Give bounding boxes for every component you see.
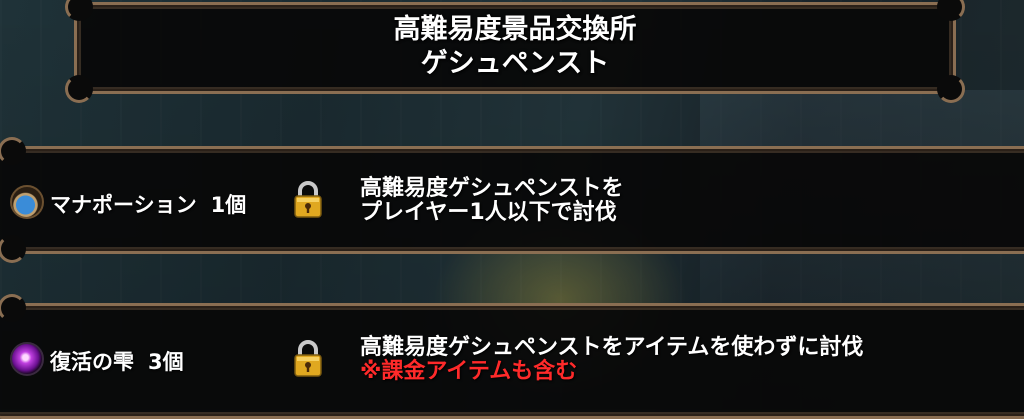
frame-corner — [0, 294, 26, 322]
unlock-condition: 高難易度ゲシュペンストをアイテムを使わずに討伐 ※課金アイテムも含む — [360, 336, 863, 384]
unlock-condition: 高難易度ゲシュペンストを プレイヤー1人以下で討伐 — [360, 177, 624, 225]
reward-quantity: 1個 — [210, 193, 247, 217]
reward-item-name: マナポーション — [50, 193, 197, 217]
condition-line-2: プレイヤー1人以下で討伐 — [360, 200, 617, 225]
reward-quantity: 3個 — [148, 350, 184, 374]
title-panel: 高難易度景品交換所 ゲシュペンスト — [65, 0, 965, 103]
title-line-2: ゲシュペンスト — [420, 48, 610, 79]
reward-row[interactable]: マナポーション 1個 高難易度ゲシュペンストを プレイヤー1人以下で討伐 — [0, 137, 1024, 263]
condition-line-1: 高難易度ゲシュペンストをアイテムを使わずに討伐 — [360, 335, 864, 360]
reward-row[interactable]: 復活の雫 3個 高難易度ゲシュペンストをアイテムを使わずに討伐 ※課金アイテムも含… — [0, 294, 1024, 419]
revival-drop-icon — [10, 342, 44, 376]
padlock-icon — [294, 340, 322, 377]
reward-item-name: 復活の雫 — [50, 350, 134, 374]
title-line-1: 高難易度景品交換所 — [393, 14, 637, 45]
condition-line-1: 高難易度ゲシュペンストを — [360, 176, 624, 201]
page-title: 高難易度景品交換所 ゲシュペンスト — [77, 13, 953, 81]
padlock-icon — [294, 181, 322, 218]
condition-note: ※課金アイテムも含む — [360, 359, 578, 384]
frame-corner — [0, 137, 26, 165]
mana-potion-icon — [10, 185, 44, 219]
